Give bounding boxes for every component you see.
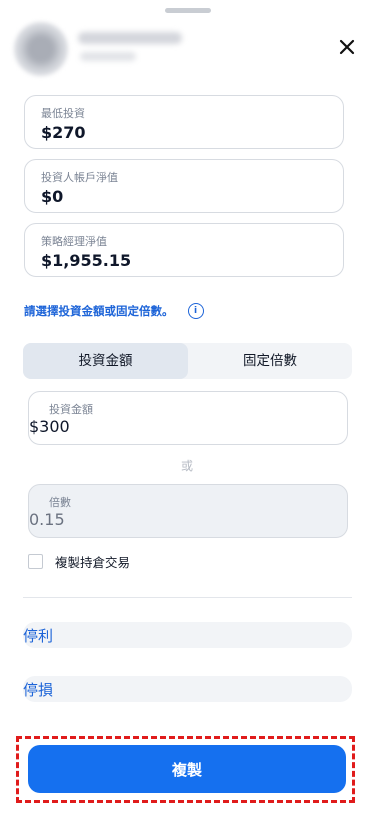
info-icon[interactable]: i [187,303,204,319]
close-icon [339,39,355,55]
avatar [14,22,68,76]
take-profit-label: 停利 [23,627,54,645]
min-investment-label: 最低投資 [41,107,85,120]
multiplier-label: 倍數 [49,496,71,509]
divider [23,597,352,598]
multiplier-input[interactable]: 倍數 0.15 [28,484,348,538]
strategy-subtitle-blurred [80,52,136,61]
copy-open-trades-checkbox[interactable] [28,554,43,569]
selection-hint: 請選擇投資金額或固定倍數。 i [24,303,204,319]
take-profit-row[interactable]: 停利 [23,622,352,648]
copy-open-trades-label: 複製持倉交易 [55,555,131,570]
manager-equity-value: $1,955.15 [41,251,132,270]
min-investment-box: 最低投資 $270 [24,95,344,149]
investor-equity-value: $0 [41,187,64,206]
investment-amount-value: $300 [29,417,70,436]
manager-equity-label: 策略經理淨值 [41,235,107,248]
close-button[interactable] [333,33,361,61]
tab-investment-amount[interactable]: 投資金額 [23,343,188,379]
mode-tabs: 投資金額 固定倍數 [23,343,352,379]
manager-equity-box: 策略經理淨值 $1,955.15 [24,223,344,277]
tab-fixed-multiplier[interactable]: 固定倍數 [188,343,352,379]
min-investment-value: $270 [41,123,86,142]
investor-equity-label: 投資人帳戶淨值 [41,171,118,184]
multiplier-value: 0.15 [29,510,65,529]
selection-hint-text: 請選擇投資金額或固定倍數。 [24,304,174,318]
strategy-name-blurred [78,32,182,44]
copy-open-trades-row[interactable]: 複製持倉交易 [28,552,130,571]
investor-equity-box: 投資人帳戶淨值 $0 [24,159,344,213]
investment-amount-label: 投資金額 [49,403,93,416]
investment-amount-input[interactable]: 投資金額 $300 [28,391,348,445]
sheet-grabber[interactable] [165,8,211,13]
stop-loss-label: 停損 [23,681,54,699]
stop-loss-row[interactable]: 停損 [23,676,352,702]
or-separator: 或 [181,459,194,473]
copy-button[interactable]: 複製 [28,745,346,793]
copy-button-label: 複製 [171,760,202,779]
